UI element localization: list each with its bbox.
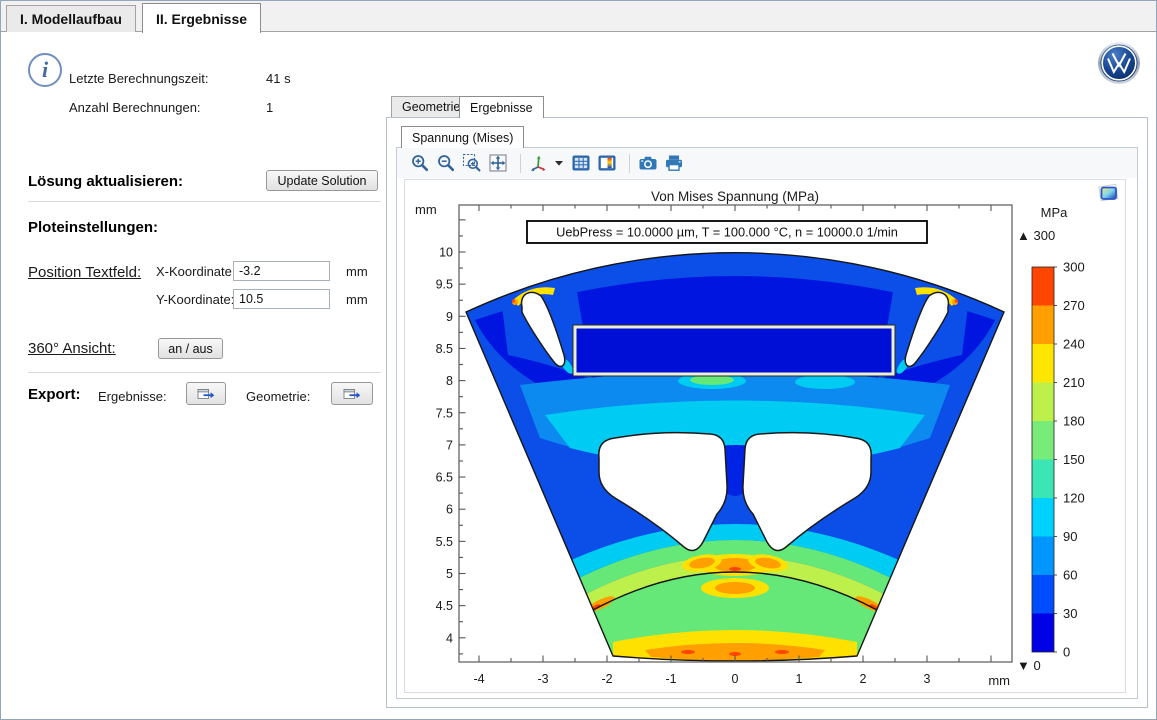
plot-tab-spannung-mises[interactable]: Spannung (Mises) [401, 126, 524, 148]
svg-text:4.5: 4.5 [436, 599, 453, 613]
svg-text:9: 9 [446, 310, 453, 324]
toolbar-separator [520, 154, 521, 173]
divider [28, 372, 381, 373]
tab-ergebnisse[interactable]: II. Ergebnisse [142, 3, 261, 33]
svg-text:-2: -2 [601, 672, 612, 686]
vw-logo [1097, 41, 1141, 85]
divider [28, 201, 381, 202]
color-legend-icon[interactable] [596, 152, 618, 174]
svg-text:10: 10 [439, 246, 453, 260]
export-results-label: Ergebnisse: [98, 389, 167, 404]
export-geometry-label: Geometrie: [246, 389, 310, 404]
y-coordinate-label: Y-Koordinate: [156, 292, 234, 307]
tab-modellaufbau-label: I. Modellaufbau [20, 11, 122, 27]
plot-window-icon[interactable] [1097, 182, 1121, 204]
svg-text:270: 270 [1063, 298, 1085, 313]
svg-text:-4: -4 [473, 672, 484, 686]
view-360-heading: 360° Ansicht: [28, 340, 116, 357]
graphics-tab-geometrie-label: Geometrie [402, 100, 460, 114]
last-computation-value: 41 s [266, 71, 291, 86]
svg-text:5: 5 [446, 567, 453, 581]
plot-title: Von Mises Spannung (MPa) [651, 189, 819, 204]
svg-text:8.5: 8.5 [436, 342, 453, 356]
update-solution-heading: Lösung aktualisieren: [28, 173, 183, 190]
computation-count-label: Anzahl Berechnungen: [69, 100, 201, 115]
svg-text:-3: -3 [537, 672, 548, 686]
svg-text:210: 210 [1063, 375, 1085, 390]
svg-text:180: 180 [1063, 414, 1085, 429]
tab-ergebnisse-label: II. Ergebnisse [156, 11, 247, 27]
export-results-button[interactable] [186, 382, 226, 405]
computation-count-value: 1 [266, 100, 273, 115]
info-icon: i [28, 53, 62, 87]
svg-text:3: 3 [924, 672, 931, 686]
colorbar-min-marker: ▼ 0 [1017, 658, 1041, 673]
annotation-text: UebPress = 10.0000 µm, T = 100.000 °C, n… [556, 225, 898, 240]
svg-text:9.5: 9.5 [436, 278, 453, 292]
x-coordinate-input[interactable] [233, 261, 330, 281]
colorbar: 0 30 60 90 120 150 180 210 240 270 300 [1032, 260, 1085, 660]
svg-text:7: 7 [446, 438, 453, 452]
last-computation-label: Letzte Berechnungszeit: [69, 71, 208, 86]
snapshot-icon[interactable] [637, 152, 659, 174]
svg-text:6: 6 [446, 503, 453, 517]
export-icon [343, 387, 361, 401]
zoom-box-icon[interactable] [461, 152, 483, 174]
svg-text:1: 1 [796, 672, 803, 686]
export-heading: Export: [28, 386, 81, 403]
svg-text:7.5: 7.5 [436, 406, 453, 420]
graphics-tab-ergebnisse-label: Ergebnisse [470, 101, 533, 115]
stress-plot-canvas[interactable]: Von Mises Spannung (MPa) mm mm MPa ▲ 300… [405, 180, 1127, 694]
plot-tab-label: Spannung (Mises) [412, 131, 513, 145]
export-geometry-button[interactable] [331, 382, 373, 405]
y-axis-unit: mm [415, 202, 437, 217]
magnet-rectangle [573, 325, 895, 376]
svg-text:60: 60 [1063, 568, 1077, 583]
app-window: I. Modellaufbau II. Ergebnisse i Letzte … [0, 0, 1157, 720]
colorbar-unit: MPa [1041, 205, 1069, 220]
graphics-toolbar [397, 148, 1137, 178]
axis-orientation-icon[interactable] [528, 152, 550, 174]
position-textfield-heading: Position Textfeld: [28, 264, 141, 281]
window-tab-strip: I. Modellaufbau II. Ergebnisse [1, 1, 1156, 32]
svg-text:5.5: 5.5 [436, 535, 453, 549]
y-coordinate-input[interactable] [233, 289, 330, 309]
zoom-out-icon[interactable] [435, 152, 457, 174]
svg-text:90: 90 [1063, 529, 1077, 544]
svg-text:2: 2 [860, 672, 867, 686]
view-360-toggle-button[interactable]: an / aus [158, 338, 223, 359]
export-icon [197, 387, 215, 401]
graphics-tab-ergebnisse[interactable]: Ergebnisse [459, 96, 544, 118]
axis-orientation-dropdown[interactable] [554, 152, 564, 174]
svg-text:300: 300 [1063, 260, 1085, 275]
x-coordinate-label: X-Koordinate: [156, 264, 236, 279]
svg-text:6.5: 6.5 [436, 471, 453, 485]
svg-text:0: 0 [732, 672, 739, 686]
x-coordinate-unit: mm [346, 264, 368, 279]
svg-text:150: 150 [1063, 452, 1085, 467]
svg-text:0: 0 [1063, 645, 1070, 660]
svg-text:30: 30 [1063, 606, 1077, 621]
svg-text:4: 4 [446, 631, 453, 645]
zoom-in-icon[interactable] [409, 152, 431, 174]
plot-settings-heading: Ploteinstellungen: [28, 219, 158, 236]
svg-text:8: 8 [446, 374, 453, 388]
svg-text:-1: -1 [665, 672, 676, 686]
colorbar-max-marker: ▲ 300 [1017, 228, 1055, 243]
update-solution-button[interactable]: Update Solution [266, 170, 378, 191]
annotation-box: UebPress = 10.0000 µm, T = 100.000 °C, n… [527, 221, 927, 243]
svg-text:240: 240 [1063, 337, 1085, 352]
x-axis-unit: mm [988, 673, 1010, 688]
grid-icon[interactable] [570, 152, 592, 174]
y-coordinate-unit: mm [346, 292, 368, 307]
svg-text:120: 120 [1063, 491, 1085, 506]
tab-modellaufbau[interactable]: I. Modellaufbau [6, 5, 136, 32]
zoom-extents-icon[interactable] [487, 152, 509, 174]
toolbar-separator [629, 154, 630, 173]
print-icon[interactable] [663, 152, 685, 174]
graphics-plot-area: Von Mises Spannung (MPa) mm mm MPa ▲ 300… [404, 179, 1126, 693]
